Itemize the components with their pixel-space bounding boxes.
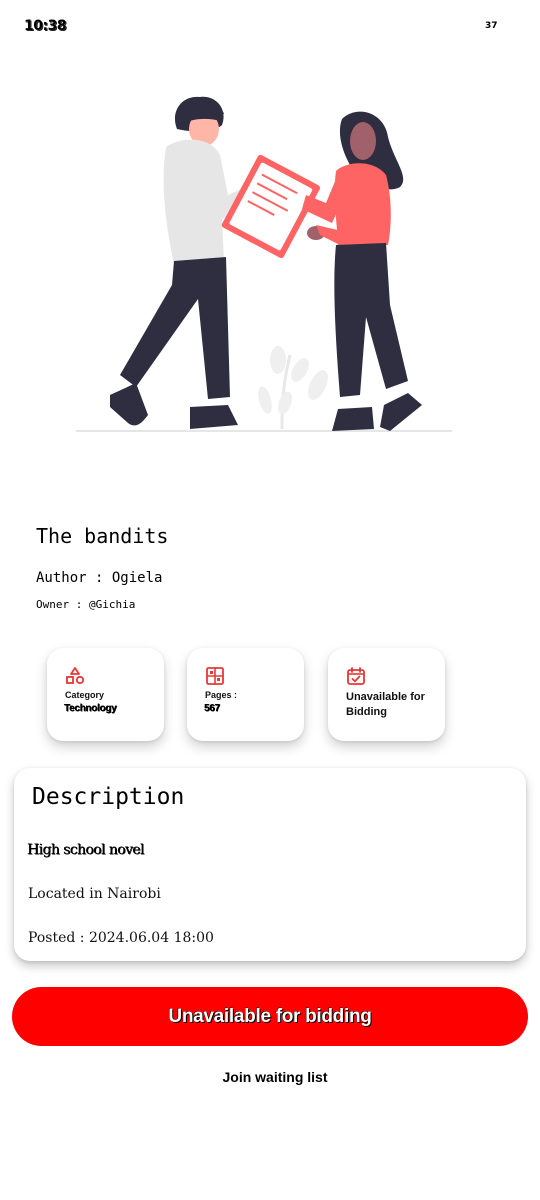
bid-button-label: Unavailable for bidding — [168, 1005, 372, 1027]
location-text: Located in Nairobi — [28, 886, 161, 902]
category-card: Category Technology — [47, 648, 164, 741]
book-author: Author : Ogiela — [36, 570, 163, 586]
category-value: Technology — [64, 703, 117, 714]
availability-text: Unavailable for Bidding — [346, 691, 425, 718]
battery-level: 37 — [485, 21, 498, 31]
calendar-check-icon — [347, 667, 365, 685]
book-title: The bandits — [36, 524, 169, 548]
shapes-icon — [66, 667, 85, 685]
status-time: 10:38 — [24, 18, 67, 34]
description-card: Description High school novel Located in… — [14, 768, 526, 961]
pages-icon — [206, 667, 224, 685]
book-owner: Owner : @Gichia — [36, 598, 136, 611]
pages-label: Pages : — [205, 690, 238, 700]
hero-illustration — [76, 96, 452, 432]
description-title: Description — [32, 784, 185, 810]
join-waiting-list-link[interactable]: Join waiting list — [0, 1069, 540, 1085]
category-label: Category — [65, 690, 105, 700]
bid-button[interactable]: Unavailable for bidding — [12, 987, 528, 1046]
description-text: High school novel — [27, 842, 144, 858]
posted-date: Posted : 2024.06.04 18:00 — [28, 930, 214, 946]
pages-value: 567 — [204, 703, 220, 714]
pages-card: Pages : 567 — [187, 648, 304, 741]
status-bar: 10:38 37 — [0, 0, 540, 52]
availability-card: Unavailable for Bidding — [328, 648, 445, 741]
